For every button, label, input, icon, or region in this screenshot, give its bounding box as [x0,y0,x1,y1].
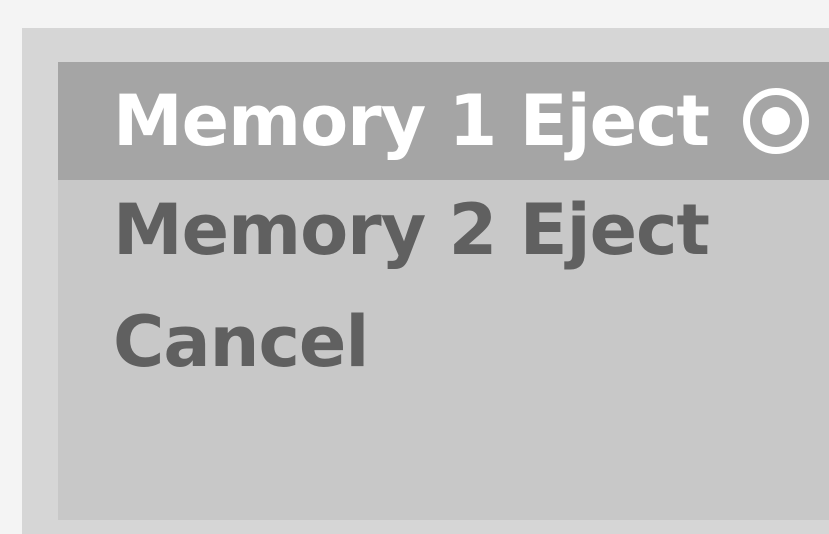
menu-item-memory-2-eject[interactable]: Memory 2 Eject [58,180,829,280]
menu-item-label: Cancel [113,301,369,383]
menu-item-label: Memory 1 Eject [113,80,710,162]
menu-item-cancel[interactable]: Cancel [58,292,829,392]
menu-item-memory-1-eject[interactable]: Memory 1 Eject [58,62,829,180]
menu-item-label: Memory 2 Eject [113,189,710,271]
radio-dot [762,107,790,135]
eject-menu: Memory 1 Eject Memory 2 Eject Cancel [58,62,829,520]
radio-selected-icon [743,88,809,154]
